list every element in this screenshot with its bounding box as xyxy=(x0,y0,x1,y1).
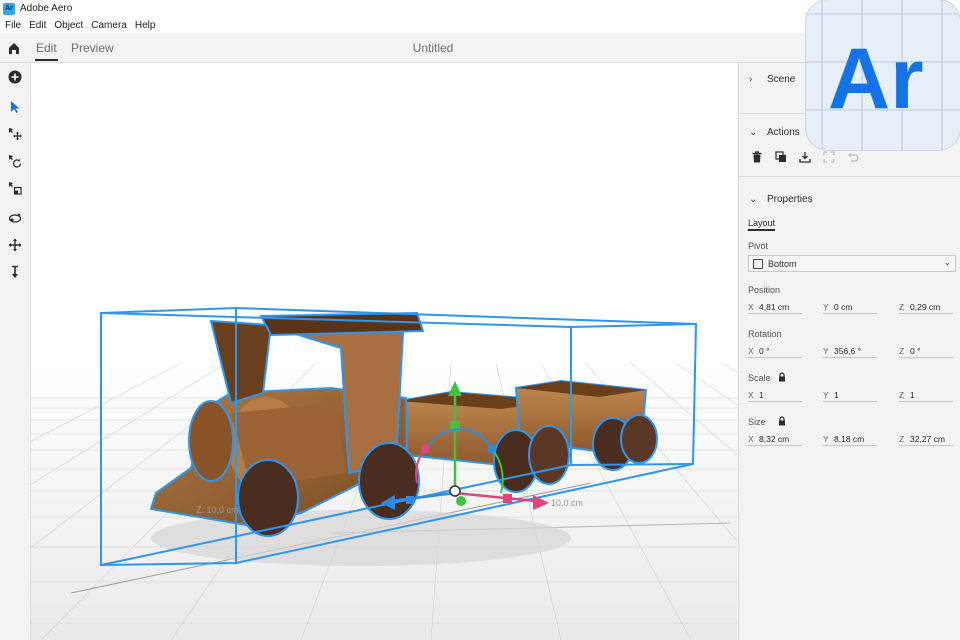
move-tool[interactable] xyxy=(6,125,24,143)
properties-section-header[interactable]: ⌄ Properties xyxy=(739,189,960,209)
add-circle-icon xyxy=(8,70,22,84)
left-toolbar xyxy=(0,63,31,640)
rotate-tool[interactable] xyxy=(6,152,24,170)
chevron-down-icon: ⌄ xyxy=(943,257,951,267)
x-axis-label: 10,0 cm xyxy=(551,498,583,508)
undo-icon xyxy=(848,152,859,162)
menu-camera[interactable]: Camera xyxy=(87,20,131,31)
app-icon: Ar xyxy=(3,2,15,15)
orbit-tool[interactable] xyxy=(6,209,24,227)
pan-icon xyxy=(8,238,22,252)
document-title: Untitled xyxy=(412,41,454,55)
dolly-tool[interactable] xyxy=(6,263,24,281)
pan-tool[interactable] xyxy=(6,236,24,254)
logo-grid: Ar xyxy=(806,0,960,150)
duplicate-icon xyxy=(775,151,786,162)
size-x-field[interactable]: X 8,32 cm xyxy=(748,432,802,446)
window-title: Adobe Aero xyxy=(20,3,73,14)
lock-icon[interactable] xyxy=(777,416,787,426)
scene-label: Scene xyxy=(767,73,796,85)
move-icon xyxy=(9,128,22,141)
position-y-field[interactable]: Y0 cm xyxy=(823,300,877,314)
properties-label: Properties xyxy=(767,193,813,205)
scale-y-field[interactable]: Y1 xyxy=(823,388,877,402)
logo-text: Ar xyxy=(828,31,924,127)
select-arrow-icon xyxy=(11,101,20,113)
menu-file[interactable]: File xyxy=(1,20,25,31)
menu-help[interactable]: Help xyxy=(131,20,160,31)
chevron-down-icon: ⌄ xyxy=(749,193,758,205)
download-button[interactable] xyxy=(797,149,813,165)
actions-label: Actions xyxy=(767,126,800,138)
pivot-dropdown[interactable]: Bottom ⌄ xyxy=(748,255,956,272)
gizmo-center[interactable] xyxy=(449,485,461,497)
rotation-x-field[interactable]: X0 ° xyxy=(748,344,802,358)
trash-icon xyxy=(752,151,762,163)
viewport-3d[interactable]: Z: 10,0 cm 10,0 cm xyxy=(31,63,737,640)
position-label: Position xyxy=(748,285,781,295)
orbit-icon xyxy=(8,213,22,223)
rotate-icon xyxy=(9,155,22,168)
rotation-y-field[interactable]: Y 356,6 ° xyxy=(823,344,877,358)
reset-button[interactable] xyxy=(845,149,861,165)
duplicate-button[interactable] xyxy=(773,149,789,165)
pivot-value: Bottom xyxy=(768,258,797,269)
size-label: Size xyxy=(748,417,766,427)
add-asset-button[interactable] xyxy=(6,68,24,86)
tab-layout[interactable]: Layout xyxy=(748,218,776,231)
group-button[interactable] xyxy=(821,149,837,165)
z-axis-label: Z: 10,0 cm xyxy=(196,505,239,515)
download-icon xyxy=(799,152,811,163)
scale-x-field[interactable]: X1 xyxy=(748,388,802,402)
scale-z-field[interactable]: Z1 xyxy=(899,388,953,402)
scale-label: Scale xyxy=(748,373,771,383)
delete-button[interactable] xyxy=(749,149,765,165)
menu-edit[interactable]: Edit xyxy=(25,20,50,31)
rotation-label: Rotation xyxy=(748,329,782,339)
scene-canvas: Z: 10,0 cm 10,0 cm xyxy=(31,306,737,640)
pivot-bottom-icon xyxy=(753,258,763,269)
dolly-icon xyxy=(12,265,18,278)
size-y-field[interactable]: Y 8,18 cm xyxy=(823,432,877,446)
rotation-z-field[interactable]: Z0 ° xyxy=(899,344,953,358)
menu-object[interactable]: Object xyxy=(50,20,87,31)
lock-icon[interactable] xyxy=(777,372,787,382)
position-x-field[interactable]: X 4,81 cm xyxy=(748,300,802,314)
group-icon xyxy=(823,151,835,163)
adobe-aero-logo: Ar xyxy=(806,0,960,150)
chevron-down-icon: ⌄ xyxy=(749,126,758,138)
scale-icon xyxy=(9,182,22,195)
chevron-right-icon: › xyxy=(749,73,753,85)
size-z-field[interactable]: Z 32,27 cm xyxy=(899,432,953,446)
scale-tool[interactable] xyxy=(6,179,24,197)
select-tool[interactable] xyxy=(6,98,24,116)
pivot-label: Pivot xyxy=(748,241,769,251)
position-z-field[interactable]: Z 0,29 cm xyxy=(899,300,953,314)
